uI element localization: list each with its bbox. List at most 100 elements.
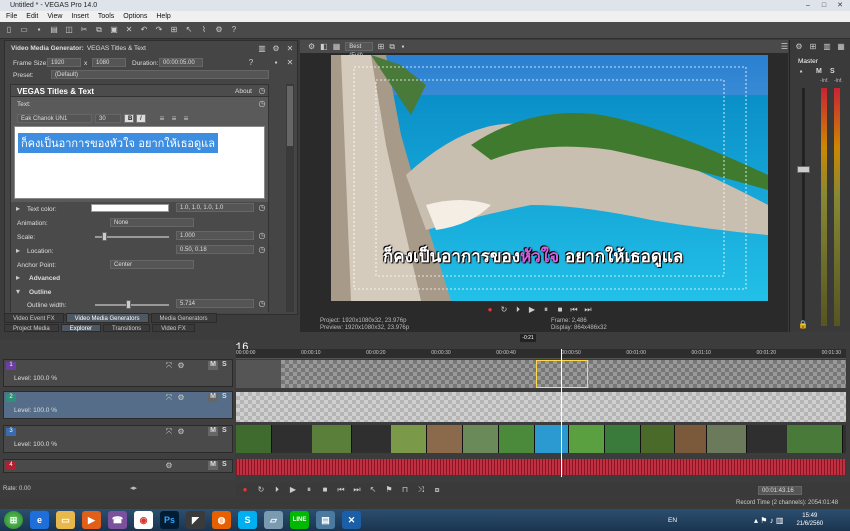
record-icon[interactable]: ●: [240, 485, 250, 495]
video-thumbnail[interactable]: [605, 425, 641, 453]
advanced-section[interactable]: Advanced: [29, 275, 60, 282]
outline-keyframe-icon[interactable]: ◷: [257, 299, 267, 309]
marker-icon[interactable]: ⚑: [384, 485, 394, 495]
pause-icon[interactable]: ⏸: [541, 305, 551, 315]
maximize-button[interactable]: □: [816, 0, 832, 11]
vegas-taskbar-icon[interactable]: ◤: [186, 511, 205, 529]
save-preset-icon[interactable]: ▪: [271, 58, 281, 68]
outline-width-value[interactable]: 5.714: [176, 299, 254, 308]
panel-close-icon[interactable]: ✕: [285, 44, 295, 54]
redo-icon[interactable]: ↷: [154, 25, 164, 35]
copy-snapshot-icon[interactable]: ⧉: [389, 42, 395, 52]
grid-icon[interactable]: ⊞: [378, 42, 385, 52]
pause-icon[interactable]: ⏸: [304, 485, 314, 495]
play-start-icon[interactable]: ⏵: [272, 485, 282, 495]
line-icon[interactable]: LINE: [290, 511, 309, 529]
mixer-downmix-icon[interactable]: ▥: [822, 42, 832, 52]
timeline-ruler[interactable]: 00:00:00 00:00:10 00:00:20 00:00:30 00:00:40…: [236, 349, 846, 359]
expand-location-icon[interactable]: ▸: [13, 246, 23, 256]
stop-icon[interactable]: ■: [320, 485, 330, 495]
text-color-keyframe-icon[interactable]: ◷: [257, 203, 267, 213]
play-start-icon[interactable]: ⏵: [513, 305, 523, 315]
track-header-2[interactable]: 2 Level: 100.0 % ⤧ ⚙ M S: [3, 391, 233, 419]
track-header-1[interactable]: 1 Level: 100.0 % ⤧ ⚙ M S: [3, 359, 233, 387]
master-mute-button[interactable]: M: [816, 68, 822, 75]
align-left-icon[interactable]: ≡: [157, 114, 167, 124]
menu-view[interactable]: View: [47, 11, 62, 22]
cut-icon[interactable]: ✂: [79, 25, 89, 35]
undo-icon[interactable]: ↶: [139, 25, 149, 35]
text-edit-area[interactable]: ก็คงเป็นอาการของหัวใจ อยากให้เธอดูแล: [14, 126, 265, 199]
language-indicator[interactable]: EN: [668, 517, 677, 524]
auto-ripple-icon[interactable]: ⤨: [416, 485, 426, 495]
close-button[interactable]: ✕: [832, 0, 848, 11]
media-player-icon[interactable]: ▶: [82, 511, 101, 529]
track-fx-icon[interactable]: ⚙: [176, 361, 186, 371]
overlay-events[interactable]: [236, 392, 846, 422]
bold-button[interactable]: B: [124, 114, 134, 123]
delete-icon[interactable]: ✕: [124, 25, 134, 35]
video-frame[interactable]: ก็คงเป็นอาการของหัวใจ อยากให้เธอดูแล: [331, 55, 768, 301]
video-thumbnail[interactable]: [535, 425, 569, 453]
preview-quality-dropdown[interactable]: Best (Full): [345, 42, 373, 59]
font-size-dropdown[interactable]: 30: [95, 114, 121, 123]
viber-icon[interactable]: ☎: [108, 511, 127, 529]
plugin-icon[interactable]: ⚙: [214, 25, 224, 35]
text-color-value[interactable]: 1.0, 1.0, 1.0, 1.0: [176, 203, 254, 212]
playhead-cursor[interactable]: [561, 349, 562, 477]
tray-icons[interactable]: ▴ ⚑ ♪ ▥: [754, 516, 783, 525]
about-link[interactable]: About: [235, 88, 252, 95]
help-icon[interactable]: ?: [229, 25, 239, 35]
firefox-icon[interactable]: ◍: [212, 511, 231, 529]
help-icon[interactable]: ?: [246, 58, 256, 68]
audio-track-lane[interactable]: [236, 459, 846, 475]
loop-icon[interactable]: ↻: [256, 485, 266, 495]
play-icon[interactable]: ▶: [288, 485, 298, 495]
play-icon[interactable]: ▶: [527, 305, 537, 315]
lock-icon[interactable]: 🔒: [798, 320, 808, 330]
video-thumbnail[interactable]: [391, 425, 427, 453]
master-solo-button[interactable]: S: [830, 68, 835, 75]
next-frame-icon[interactable]: ⏭: [583, 305, 593, 315]
track-motion-icon[interactable]: ⤧: [164, 361, 174, 371]
app-icon[interactable]: ▱: [264, 511, 283, 529]
align-right-icon[interactable]: ≡: [181, 114, 191, 124]
delete-preset-icon[interactable]: ✕: [285, 58, 295, 68]
split-screen-icon[interactable]: ◧: [320, 42, 328, 52]
master-fader-track[interactable]: [802, 88, 805, 326]
new-icon[interactable]: ▯: [4, 25, 14, 35]
track-mute-button[interactable]: M: [208, 393, 218, 402]
preview-menu-icon[interactable]: ☰: [781, 42, 788, 52]
menu-insert[interactable]: Insert: [71, 11, 89, 22]
video-thumbnail[interactable]: [312, 425, 352, 453]
master-fx-icon[interactable]: ▪: [796, 67, 806, 77]
edit-tool-icon[interactable]: ↖: [184, 25, 194, 35]
frame-width-input[interactable]: 1920: [47, 58, 81, 67]
tab-video-media-generators[interactable]: Video Media Generators: [65, 313, 149, 323]
menu-edit[interactable]: Edit: [26, 11, 38, 22]
scale-slider-handle[interactable]: [101, 232, 107, 241]
outline-slider-track[interactable]: [95, 304, 169, 306]
anchor-dropdown[interactable]: Center: [110, 260, 194, 269]
video-thumbnail[interactable]: [787, 425, 843, 453]
loop-icon[interactable]: ↻: [499, 305, 509, 315]
open-icon[interactable]: ▭: [19, 25, 29, 35]
snapping-icon[interactable]: ⊓: [400, 485, 410, 495]
frame-height-input[interactable]: 1080: [92, 58, 126, 67]
preset-dropdown[interactable]: (Default): [51, 70, 269, 79]
tab-explorer[interactable]: Explorer: [60, 324, 102, 332]
tab-media-generators[interactable]: Media Generators: [150, 313, 217, 323]
envelope-tool-icon[interactable]: ⌇: [199, 25, 209, 35]
collapse-outline-icon[interactable]: ▾: [13, 287, 23, 297]
location-value[interactable]: 0.50, 0.18: [176, 245, 254, 254]
track-fx-icon[interactable]: ⚙: [176, 393, 186, 403]
video-thumbnail[interactable]: [641, 425, 675, 453]
clock[interactable]: 15:49 21/6/2560: [796, 512, 823, 528]
skype-icon[interactable]: S: [238, 511, 257, 529]
track-fx-icon[interactable]: ⚙: [176, 427, 186, 437]
editor-scrollbar[interactable]: [286, 84, 294, 312]
track-header-4[interactable]: 4 ⚙ M S: [3, 459, 233, 473]
expand-advanced-icon[interactable]: ▸: [13, 273, 23, 283]
stop-icon[interactable]: ■: [555, 305, 565, 315]
outline-section[interactable]: Outline: [29, 289, 51, 296]
